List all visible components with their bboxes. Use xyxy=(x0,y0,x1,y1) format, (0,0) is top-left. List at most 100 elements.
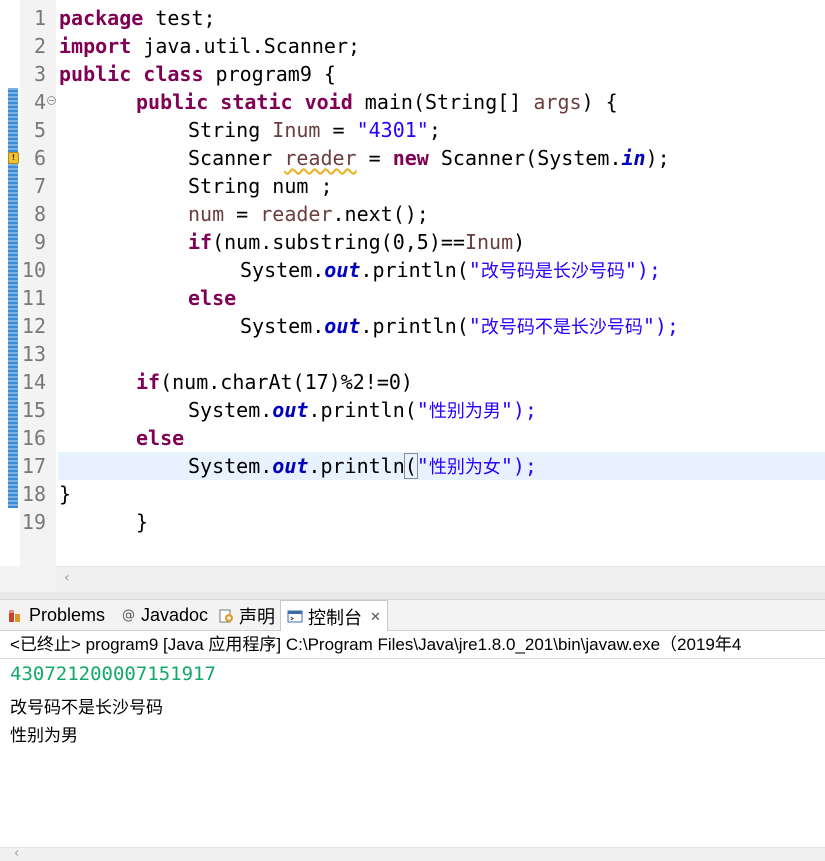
console-process-label: <已终止> program9 [Java 应用程序] C:\Program Fi… xyxy=(0,631,825,659)
code-line[interactable]: 2 import java.util.Scanner; xyxy=(0,32,825,60)
code-token: main(String[] xyxy=(352,90,534,114)
line-number: 8 xyxy=(33,202,46,226)
code-text[interactable]: System.out.println("改号码不是长沙号码"); xyxy=(240,312,679,342)
code-line[interactable]: 6 ! Scanner reader = new Scanner(System.… xyxy=(0,144,825,172)
code-line[interactable]: 19 } xyxy=(0,508,825,536)
code-line[interactable]: 3 public class program9 { xyxy=(0,60,825,88)
code-token: java.util.Scanner; xyxy=(131,34,361,58)
code-text[interactable]: package test; xyxy=(59,4,216,32)
code-line[interactable]: 12 System.out.println("改号码不是长沙号码"); xyxy=(0,312,825,340)
line-number: 5 xyxy=(33,118,46,142)
code-token: } xyxy=(136,510,149,534)
console-icon xyxy=(287,609,303,625)
code-text[interactable]: Scanner reader = new Scanner(System.in); xyxy=(188,144,670,172)
code-text[interactable]: System.out.println("改号码是长沙号码"); xyxy=(240,256,661,286)
code-text[interactable]: System.out.println("性别为女"); xyxy=(188,452,537,482)
code-token: System. xyxy=(240,258,325,282)
code-token: " xyxy=(468,314,481,338)
code-text[interactable]: String Inum = "4301"; xyxy=(188,116,441,144)
code-text[interactable]: public class program9 { xyxy=(59,60,336,88)
keyword: void xyxy=(304,90,353,114)
line-number: 10 xyxy=(21,258,46,282)
code-token: (num.substring(0,5)== xyxy=(212,230,465,254)
keyword: else xyxy=(188,286,237,310)
keyword: if xyxy=(136,370,161,394)
scroll-left-icon[interactable]: ‹ xyxy=(14,846,19,861)
code-line[interactable]: 14 if(num.charAt(17)%2!=0) xyxy=(0,368,825,396)
code-text[interactable]: } xyxy=(136,508,148,536)
code-token: System. xyxy=(188,454,273,478)
line-number: 13 xyxy=(21,342,46,366)
code-token: out xyxy=(324,314,361,338)
tab-console[interactable]: 控制台 ✕ xyxy=(280,600,388,632)
keyword: class xyxy=(143,62,204,86)
keyword: package xyxy=(59,6,144,30)
code-text[interactable]: import java.util.Scanner; xyxy=(59,32,360,60)
code-token: System. xyxy=(188,398,273,422)
string-literal: 性别为女 xyxy=(428,457,501,478)
code-line[interactable]: 13 xyxy=(0,340,825,368)
scroll-left-icon[interactable]: ‹ xyxy=(64,570,70,586)
code-line[interactable]: 4 − public static void main(String[] arg… xyxy=(0,88,825,116)
console-horizontal-scrollbar[interactable]: ‹ xyxy=(0,846,825,861)
code-token: "); xyxy=(642,314,679,338)
code-token: out xyxy=(272,398,309,422)
console-output-line: 性别为男 xyxy=(10,726,78,746)
code-editor[interactable]: 1 package test; 2 import java.util.Scann… xyxy=(0,0,825,566)
line-number: 16 xyxy=(21,426,46,450)
tab-problems[interactable]: Problems xyxy=(8,600,105,631)
code-line[interactable]: 8 num = reader.next(); xyxy=(0,200,825,228)
code-line[interactable]: 9 if(num.substring(0,5)==Inum) xyxy=(0,228,825,256)
console-view[interactable]: <已终止> program9 [Java 应用程序] C:\Program Fi… xyxy=(0,631,825,861)
code-line[interactable]: 1 package test; xyxy=(0,4,825,32)
code-text[interactable]: else xyxy=(188,284,236,312)
code-text[interactable]: if(num.substring(0,5)==Inum) xyxy=(188,228,525,256)
warning-icon[interactable]: ! xyxy=(8,152,19,164)
code-token: program9 { xyxy=(203,62,336,86)
code-line[interactable]: 18 } xyxy=(0,480,825,508)
editor-horizontal-scrollbar[interactable]: ‹ xyxy=(56,566,825,592)
code-text[interactable]: if(num.charAt(17)%2!=0) xyxy=(136,368,413,396)
line-number: 4 xyxy=(33,90,46,114)
code-token: .println xyxy=(308,454,405,478)
code-line[interactable]: 7 String num ; xyxy=(0,172,825,200)
views-tab-bar: Problems @ Javadoc 声明 控制台 ✕ xyxy=(0,599,825,632)
keyword: public xyxy=(136,90,209,114)
code-token: Scanner(System. xyxy=(428,146,622,170)
code-line[interactable]: 15 System.out.println("性别为男"); xyxy=(0,396,825,424)
code-line[interactable]: 16 else xyxy=(0,424,825,452)
code-token: in xyxy=(621,146,646,170)
code-token: } xyxy=(59,482,72,506)
code-token: test; xyxy=(143,6,216,30)
code-line[interactable]: 10 System.out.println("改号码是长沙号码"); xyxy=(0,256,825,284)
line-number: 17 xyxy=(21,454,46,478)
fold-toggle-icon[interactable]: − xyxy=(47,96,56,105)
code-token: Scanner xyxy=(188,146,285,170)
code-line-current[interactable]: 17 System.out.println("性别为女"); xyxy=(0,452,825,480)
code-token: "); xyxy=(500,398,537,422)
code-text[interactable]: System.out.println("性别为男"); xyxy=(188,396,537,426)
console-output-line: 改号码不是长沙号码 xyxy=(10,698,163,718)
keyword: else xyxy=(136,426,185,450)
code-token: "); xyxy=(500,454,537,478)
code-text[interactable]: String num ; xyxy=(188,172,333,200)
tab-declaration[interactable]: 声明 xyxy=(218,600,275,631)
pane-separator[interactable] xyxy=(0,592,825,599)
code-line[interactable]: 5 String Inum = "4301"; xyxy=(0,116,825,144)
keyword: new xyxy=(392,146,429,170)
code-line[interactable]: 11 else xyxy=(0,284,825,312)
code-text[interactable]: } xyxy=(59,480,71,508)
keyword: static xyxy=(220,90,293,114)
code-text[interactable]: else xyxy=(136,424,184,452)
code-token: ; xyxy=(428,118,441,142)
line-number: 19 xyxy=(21,510,46,534)
tab-javadoc[interactable]: @ Javadoc xyxy=(122,600,208,631)
code-token: ); xyxy=(645,146,670,170)
line-number: 7 xyxy=(33,174,46,198)
code-token: String xyxy=(188,118,273,142)
code-token: args xyxy=(533,90,582,114)
close-icon[interactable]: ✕ xyxy=(370,609,381,625)
code-text[interactable]: public static void main(String[] args) { xyxy=(136,88,618,116)
code-token: = xyxy=(224,202,261,226)
code-text[interactable]: num = reader.next(); xyxy=(188,200,429,228)
